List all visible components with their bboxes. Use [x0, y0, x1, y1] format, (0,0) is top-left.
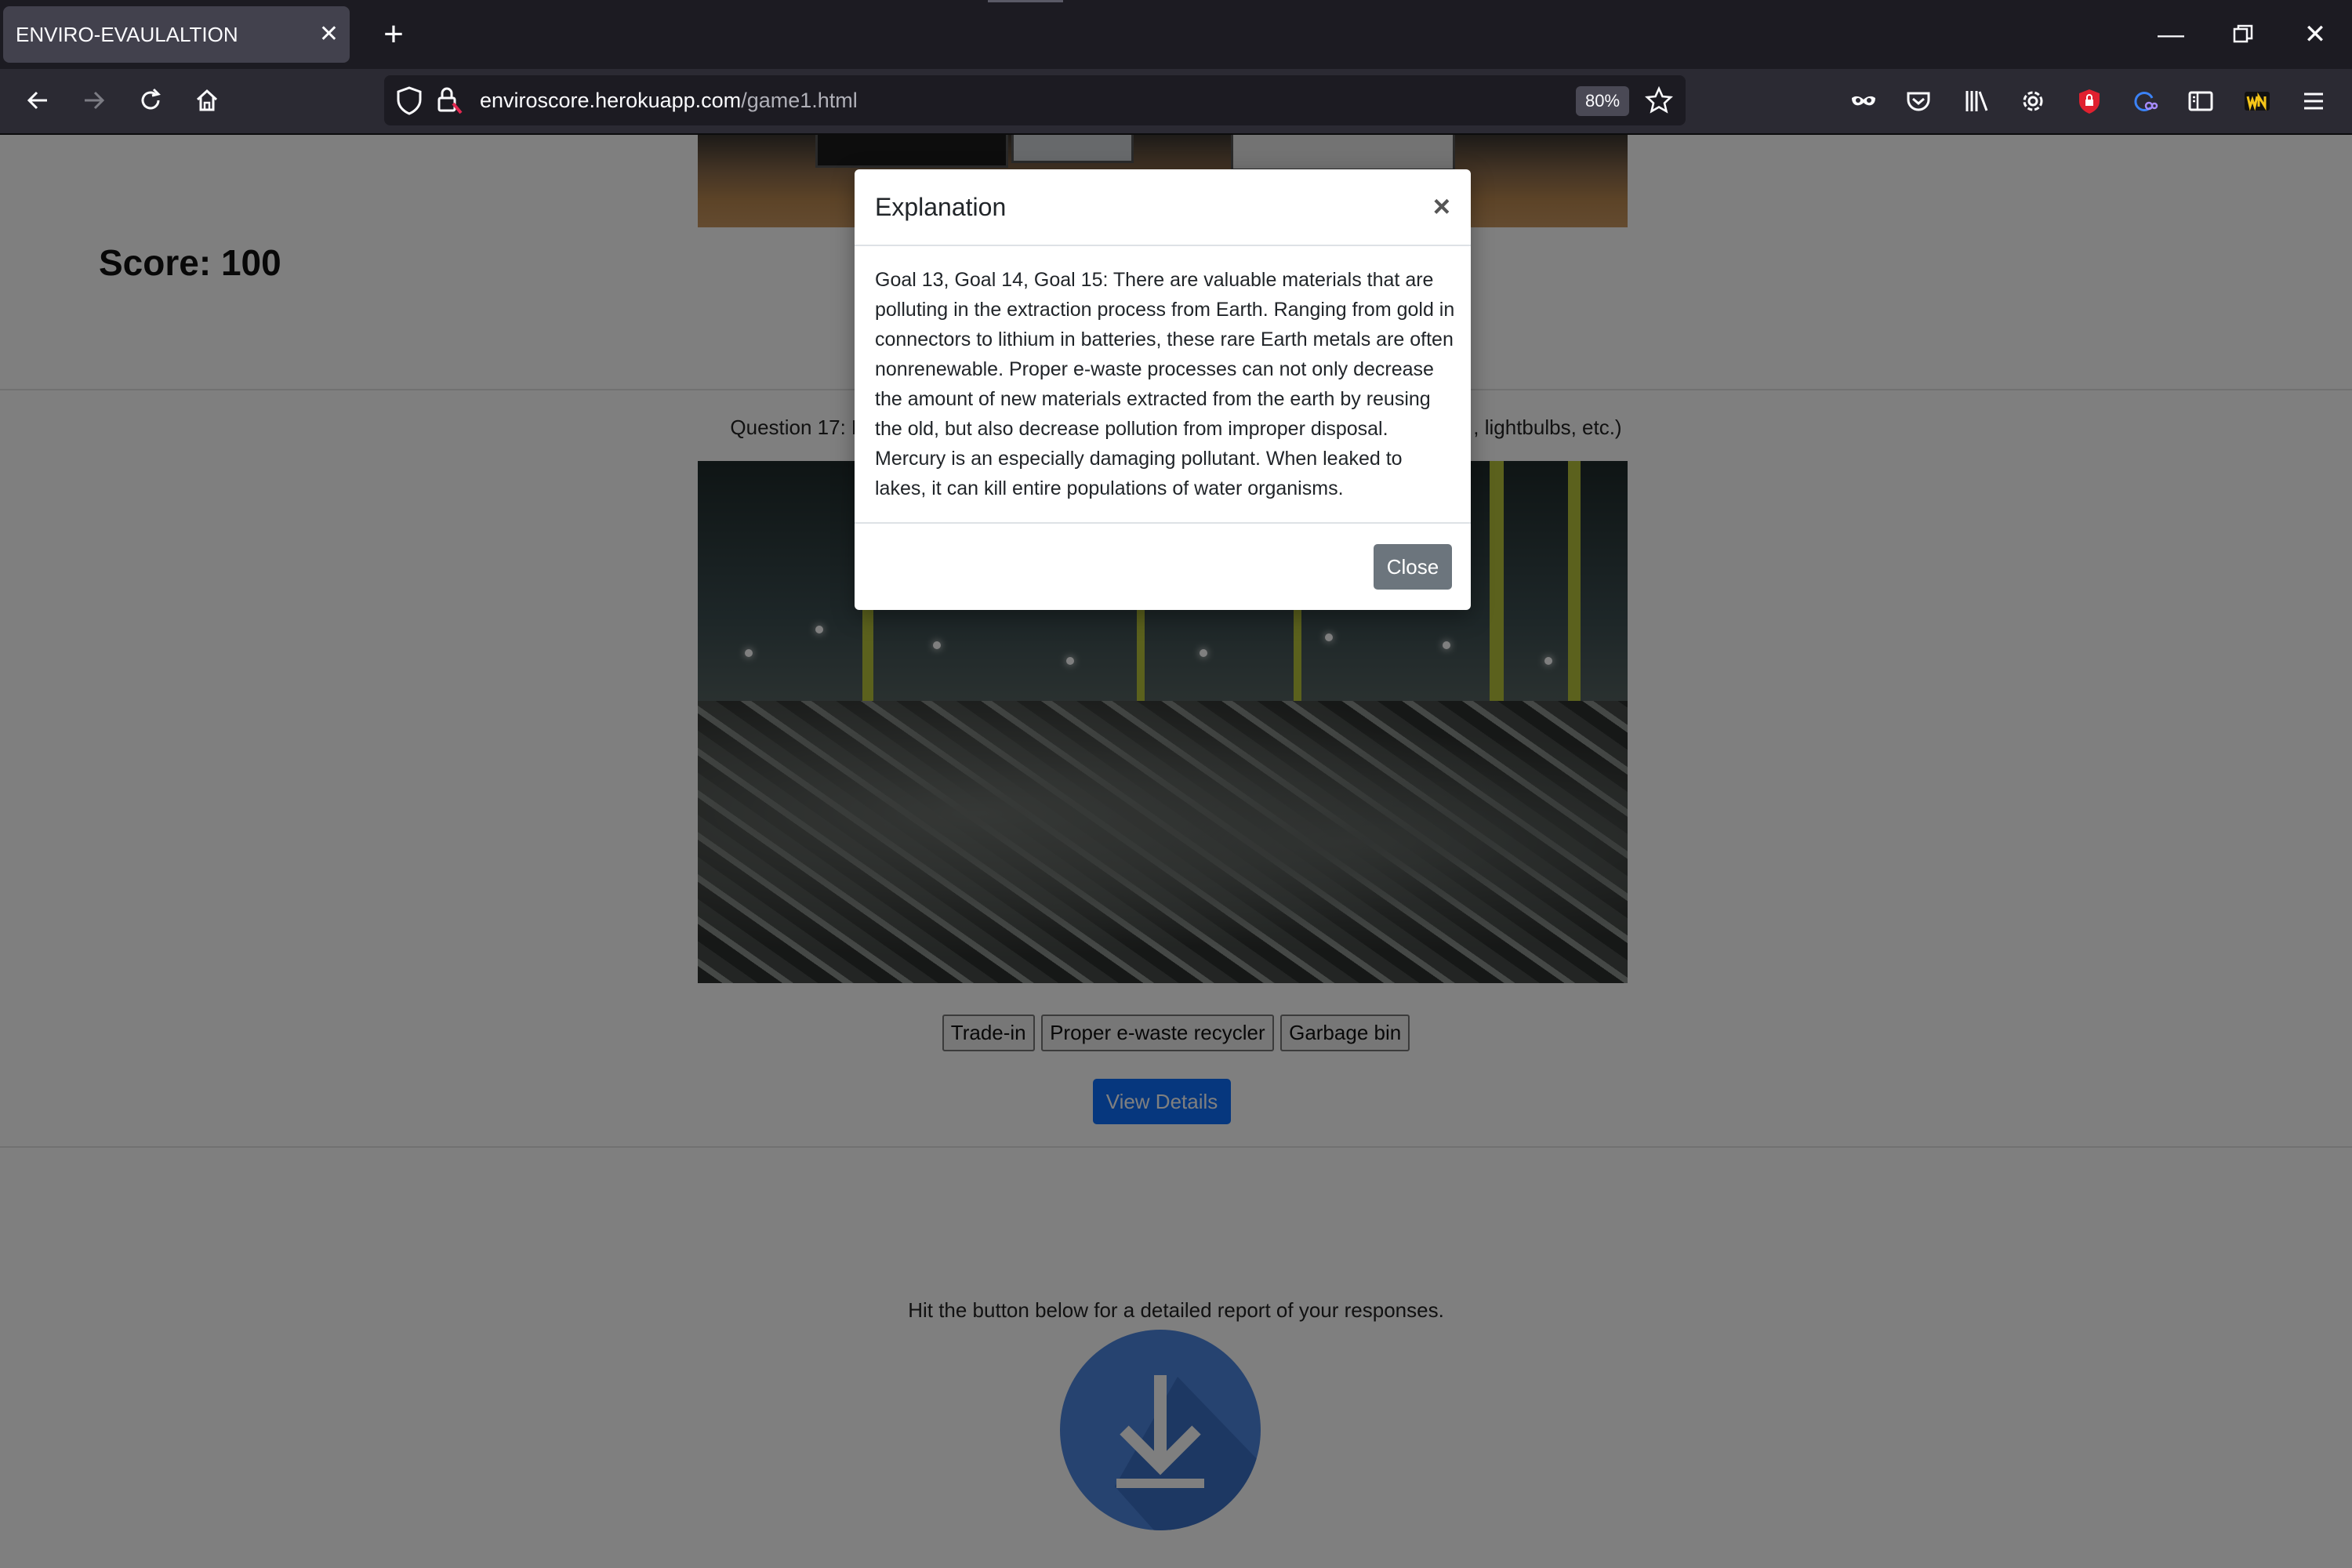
explanation-modal: Explanation × Goal 13, Goal 14, Goal 15:…	[855, 169, 1471, 610]
url-bar[interactable]: enviroscore.herokuapp.com/game1.html 80%	[384, 75, 1686, 125]
library-icon[interactable]	[1955, 80, 1998, 122]
wn-extension-icon[interactable]	[2236, 80, 2278, 122]
tracking-shield-icon[interactable]	[394, 85, 425, 116]
modal-footer: Close	[855, 522, 1471, 612]
shield-extension-icon[interactable]	[2068, 80, 2111, 122]
url-path: /game1.html	[741, 89, 858, 112]
close-icon[interactable]: ✕	[319, 6, 339, 63]
url-text[interactable]: enviroscore.herokuapp.com/game1.html	[480, 75, 858, 125]
modal-header: Explanation ×	[855, 169, 1471, 246]
restore-icon[interactable]	[2208, 0, 2278, 69]
insecure-lock-icon[interactable]	[433, 85, 464, 116]
nav-bar: enviroscore.herokuapp.com/game1.html 80%	[0, 69, 2352, 135]
pocket-icon[interactable]	[1897, 80, 1940, 122]
gear-icon[interactable]	[2012, 80, 2054, 122]
tab-active[interactable]: ENVIRO-EVAULALTION ✕	[3, 6, 350, 63]
tab-bar: ENVIRO-EVAULALTION ✕ + — ✕	[0, 0, 2352, 69]
zoom-indicator[interactable]: 80%	[1576, 86, 1629, 116]
extension-icon[interactable]	[2123, 80, 2165, 122]
bookmark-star-icon[interactable]	[1642, 83, 1676, 118]
modal-title: Explanation	[875, 193, 1007, 221]
window-close-icon[interactable]: ✕	[2280, 0, 2350, 69]
modal-body-text: Goal 13, Goal 14, Goal 15: There are val…	[875, 269, 1455, 499]
reader-view-icon[interactable]	[2180, 80, 2222, 122]
back-arrow-icon[interactable]	[14, 77, 61, 124]
plus-icon[interactable]: +	[370, 9, 417, 60]
menu-icon[interactable]	[2292, 80, 2335, 122]
modal-close-button[interactable]: Close	[1374, 544, 1452, 590]
tab-overflow-indicator	[988, 0, 1063, 2]
mask-icon[interactable]	[1842, 80, 1885, 122]
tab-title: ENVIRO-EVAULALTION	[16, 23, 238, 46]
forward-arrow-icon[interactable]	[71, 77, 118, 124]
home-icon[interactable]	[183, 77, 230, 124]
close-icon[interactable]: ×	[1433, 169, 1450, 245]
minimize-icon[interactable]: —	[2136, 0, 2206, 69]
reload-icon[interactable]	[127, 77, 174, 124]
url-domain: enviroscore.herokuapp.com	[480, 89, 742, 112]
